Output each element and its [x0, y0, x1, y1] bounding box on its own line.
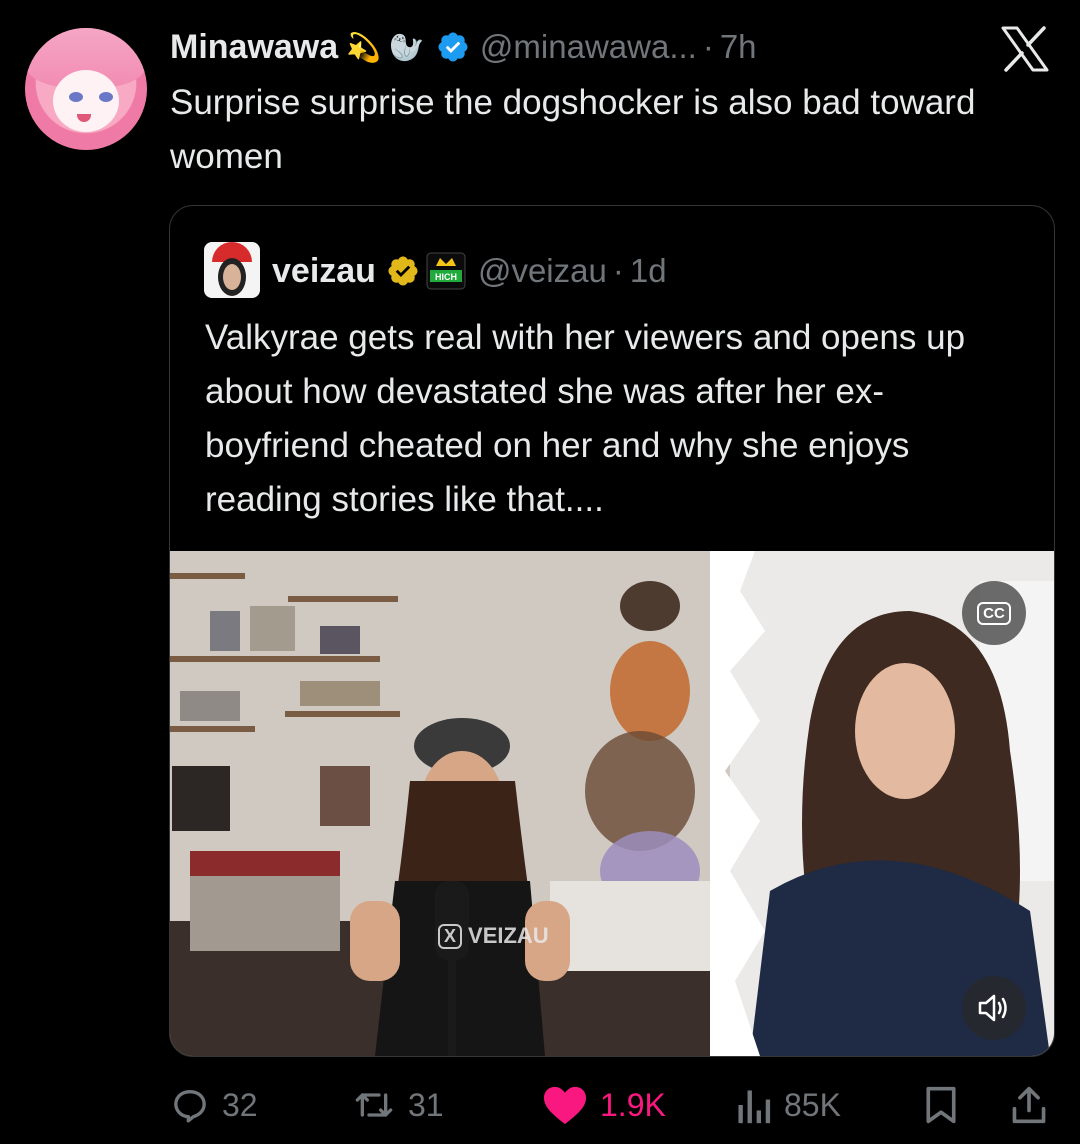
time-separator: · — [702, 28, 714, 65]
tweet-time[interactable]: 7h — [720, 28, 757, 66]
quoted-tweet-header: veizau HICH @veizau · 1d — [272, 246, 667, 296]
gold-verified-badge-icon[interactable] — [386, 254, 420, 288]
bookmark-button[interactable] — [922, 1080, 972, 1130]
watermark-x-icon: X — [438, 923, 463, 949]
quoted-tweet-text: Valkyrae gets real with her viewers and … — [205, 318, 966, 519]
views-bar-chart-icon — [738, 1090, 771, 1124]
tweet-text: Surprise surprise the dogshocker is also… — [170, 83, 976, 176]
repost-count: 31 — [408, 1086, 444, 1123]
author-avatar[interactable] — [25, 28, 147, 150]
bookmark-icon — [926, 1086, 956, 1124]
quoted-author-avatar[interactable] — [204, 242, 260, 298]
captions-button[interactable]: CC — [962, 581, 1026, 645]
like-count: 1.9K — [600, 1086, 666, 1123]
share-button[interactable] — [1010, 1080, 1060, 1130]
verified-badge-icon[interactable] — [436, 30, 470, 64]
seal-emoji-icon: 🦭 — [389, 31, 424, 63]
tweet-action-bar: 32 31 1.9K 85K — [170, 1080, 1050, 1130]
tweet-header: Minawawa 💫 🦭 @minawawa... · 7h — [170, 26, 757, 68]
hich-affiliate-badge-icon[interactable]: HICH — [426, 252, 466, 290]
quoted-tweet-card[interactable]: veizau HICH @veizau · 1d Valkyrae gets r… — [169, 205, 1055, 1057]
captions-label: CC — [977, 601, 1011, 625]
author-name[interactable]: Minawawa — [170, 28, 338, 67]
quoted-author-handle[interactable]: @veizau — [478, 252, 607, 290]
watermark-text: VEIZAU — [468, 923, 549, 948]
heart-filled-icon — [544, 1086, 586, 1125]
reply-count: 32 — [222, 1086, 258, 1123]
like-button[interactable]: 1.9K — [542, 1080, 666, 1130]
quoted-author-name[interactable]: veizau — [272, 252, 376, 291]
reply-icon — [174, 1090, 206, 1123]
reply-button[interactable]: 32 — [170, 1080, 258, 1130]
avatar-eye-left — [69, 92, 83, 102]
quoted-video-media[interactable]: X VEIZAU CC — [170, 551, 1054, 1056]
author-handle[interactable]: @minawawa... — [480, 28, 697, 66]
quoted-time-separator: · — [612, 252, 624, 289]
speaker-icon — [978, 994, 1007, 1022]
views-count: 85K — [784, 1086, 841, 1123]
share-icon — [1012, 1086, 1046, 1124]
hich-badge-label: HICH — [435, 272, 457, 282]
video-watermark: X VEIZAU — [438, 923, 549, 949]
dizzy-star-emoji-icon: 💫 — [346, 31, 382, 63]
views-button[interactable]: 85K — [734, 1080, 841, 1130]
repost-button[interactable]: 31 — [352, 1080, 444, 1130]
avatar-face — [223, 264, 241, 290]
video-frame — [170, 551, 1054, 1056]
avatar-eye-right — [99, 92, 113, 102]
x-logo-icon[interactable] — [1000, 26, 1050, 72]
repost-icon — [355, 1093, 393, 1117]
quoted-tweet-time[interactable]: 1d — [630, 252, 667, 290]
volume-button[interactable] — [962, 976, 1026, 1040]
